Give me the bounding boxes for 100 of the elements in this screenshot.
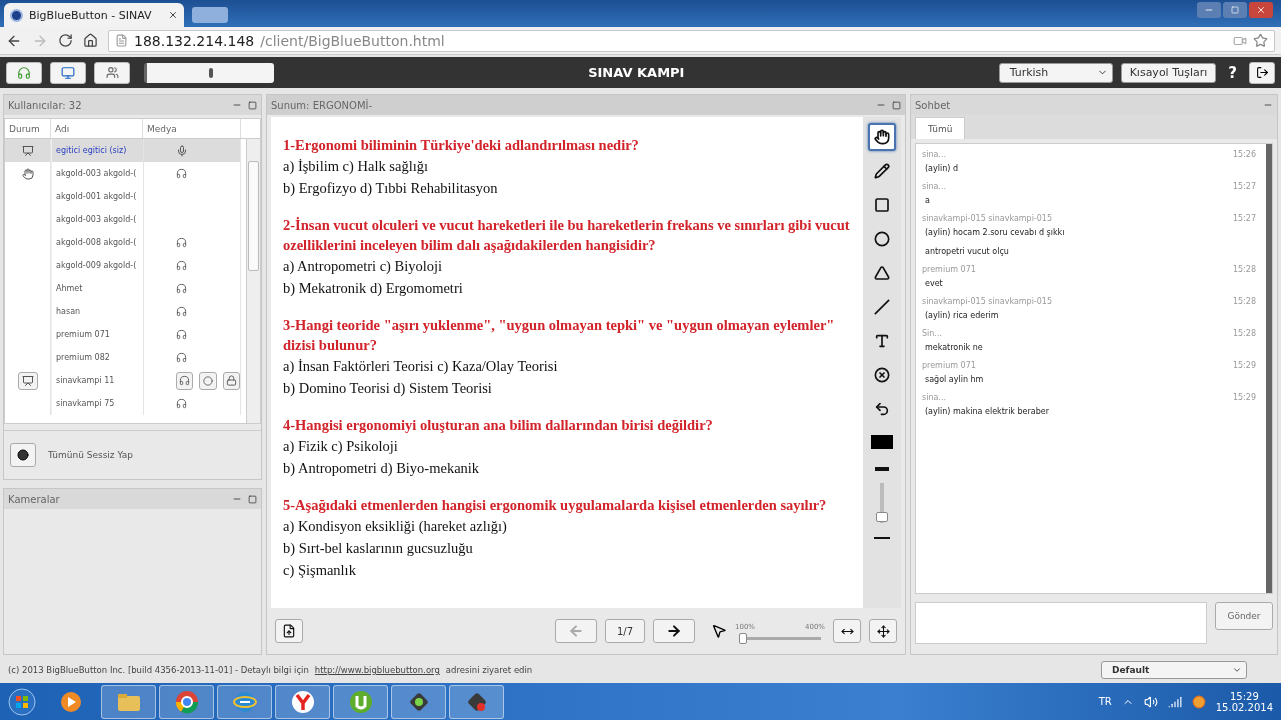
maximize-icon	[1231, 6, 1239, 14]
message-text: sağol aylin hm	[924, 374, 985, 386]
user-row[interactable]: sinavkampi 75	[5, 392, 241, 415]
answer-text: a) Kondisyon eksikliği (hareket azlığı)	[283, 517, 508, 536]
round-logo-icon	[174, 689, 199, 714]
user-row[interactable]: hasan	[5, 300, 241, 323]
message-time: 15:29	[1232, 393, 1256, 402]
scrollbar[interactable]	[246, 139, 260, 423]
message-text: (aylin) makina elektrik beraber	[924, 406, 1050, 418]
column-header[interactable]: Medya	[143, 119, 241, 138]
maximize-icon[interactable]	[248, 494, 257, 504]
message-sender: sina...	[922, 393, 946, 402]
maximize-icon[interactable]	[892, 100, 901, 110]
caret-icon	[1232, 665, 1242, 675]
message-time: 15:28	[1232, 329, 1256, 338]
app-button[interactable]	[449, 684, 504, 719]
user-row[interactable]: akgold-008 akgold-(	[5, 231, 241, 254]
headphones-icon	[179, 375, 191, 386]
screen-share-button[interactable]	[50, 61, 86, 84]
browser-button[interactable]	[159, 684, 214, 719]
page-button[interactable]: 1/7	[605, 619, 645, 643]
close-icon[interactable]	[168, 10, 178, 20]
torrent-button[interactable]	[333, 684, 388, 719]
message-text: mekatronik ne	[924, 342, 984, 354]
user-row[interactable]: premium 071	[5, 323, 241, 346]
presenter-button[interactable]	[17, 371, 38, 390]
user-row[interactable]: premium 082	[5, 346, 241, 369]
user-name: akgold-009 akgold-(	[51, 254, 143, 277]
headset-button[interactable]	[6, 61, 42, 84]
shortcuts-button[interactable]: Kısayol Tuşları	[1120, 62, 1217, 83]
reload-icon[interactable]	[58, 33, 73, 48]
tray-app-icon[interactable]	[1191, 694, 1206, 709]
mute-all-button[interactable]	[10, 443, 36, 467]
fit-page-button[interactable]	[869, 619, 897, 643]
user-row[interactable]: akgold-003 akgold-(	[5, 162, 241, 185]
language-select[interactable]: Turkish	[998, 62, 1113, 83]
answer-text: b) Sırt-bel kaslarının gucsuzluğu	[283, 539, 474, 558]
upload-button[interactable]	[275, 619, 303, 643]
message-sender: Sin...	[922, 329, 942, 338]
fit-width-button[interactable]	[833, 619, 861, 643]
scrollbar[interactable]	[1266, 144, 1272, 593]
column-header[interactable]: Durum	[5, 119, 51, 138]
logout-icon	[1255, 66, 1269, 79]
microphone-slider[interactable]	[144, 62, 274, 83]
pencil-icon	[874, 163, 890, 179]
send-button[interactable]: Gönder	[1215, 602, 1273, 630]
hand-tool-button[interactable]	[868, 123, 896, 151]
message-time: 15:26	[1232, 150, 1256, 159]
circle-icon	[17, 449, 29, 461]
language-indicator[interactable]: TR	[1098, 696, 1112, 707]
home-icon[interactable]	[83, 33, 98, 48]
listen-button[interactable]	[176, 371, 194, 390]
column-header[interactable]: Adı	[51, 119, 143, 138]
user-row[interactable]: sinavkampi 11	[5, 369, 241, 392]
clock[interactable]: 15:29 15.02.2014	[1215, 690, 1273, 713]
footer-text: adresini ziyaret edin	[445, 665, 533, 675]
chat-input[interactable]	[915, 602, 1207, 644]
answer-text: c) Şişmanlık	[283, 561, 357, 580]
address-field[interactable]: 188.132.214.148 /client/BigBlueButton.html	[108, 29, 1275, 52]
app-button[interactable]	[391, 684, 446, 719]
favicon-icon	[10, 8, 23, 22]
network-icon[interactable]	[1167, 694, 1182, 709]
close-button[interactable]	[1249, 2, 1273, 18]
user-row[interactable]: egitici egitici (siz)	[5, 139, 241, 162]
lock-button[interactable]	[222, 371, 240, 390]
chat-tab[interactable]: Tümü	[915, 117, 966, 139]
logout-button[interactable]	[1249, 61, 1275, 84]
minimize-button[interactable]	[1197, 2, 1221, 18]
question-text: 1-Ergonomi biliminin Türkiye'deki adlandırılması nedir?	[283, 136, 640, 155]
star-icon[interactable]	[1253, 33, 1268, 48]
help-button[interactable]: ?	[1224, 63, 1241, 82]
browser-button[interactable]	[275, 684, 330, 719]
layout-select[interactable]: Default	[1101, 661, 1247, 679]
message-sender: sinavkampi-015 sinavkampi-015	[922, 214, 1053, 223]
color-swatch[interactable]	[871, 435, 893, 449]
clear-icon	[874, 367, 890, 383]
user-row[interactable]: akgold-009 akgold-(	[5, 254, 241, 277]
browser-tab[interactable]: BigBlueButton - SINAV	[4, 3, 184, 27]
volume-icon[interactable]	[1143, 694, 1158, 709]
cursor-icon	[711, 623, 727, 639]
user-row[interactable]: akgold-003 akgold-(	[5, 208, 241, 231]
question-text: 5-Aşağıdaki etmenlerden hangisi ergonomik uygulamalarda kişisel etmenlerden sayılır?	[283, 496, 828, 515]
folder-icon	[116, 691, 141, 712]
monitor-icon	[61, 65, 75, 80]
user-row[interactable]: Ahmet	[5, 277, 241, 300]
next-button[interactable]	[653, 619, 695, 643]
user-name: akgold-008 akgold-(	[51, 231, 143, 254]
panel-title: Kullanıcılar: 32	[8, 99, 82, 111]
user-name: akgold-001 akgold-(	[51, 185, 143, 208]
text-icon	[874, 333, 890, 349]
folder-button[interactable]	[101, 684, 156, 719]
maximize-icon[interactable]	[248, 100, 257, 110]
app-title: SINAV KAMPI	[587, 65, 686, 80]
browser-button[interactable]	[217, 684, 272, 719]
website-link[interactable]: http://www.bigbluebutton.org	[314, 665, 440, 675]
user-row[interactable]: akgold-001 akgold-(	[5, 185, 241, 208]
message-sender: sinavkampi-015 sinavkampi-015	[922, 297, 1053, 306]
webcam-button[interactable]	[94, 61, 130, 84]
y-logo-icon	[290, 689, 315, 714]
message-sender: premium 071	[922, 361, 976, 370]
